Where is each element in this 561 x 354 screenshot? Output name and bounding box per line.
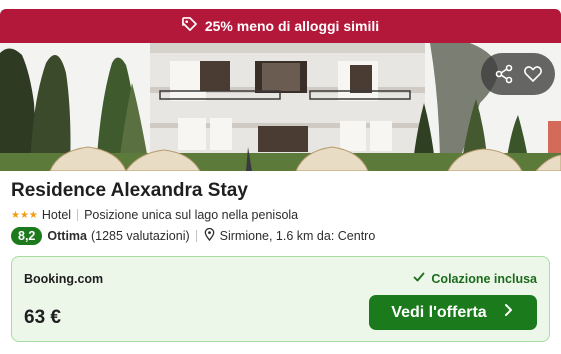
check-icon (413, 271, 425, 286)
rating-count[interactable]: (1285 valutazioni) (91, 229, 190, 243)
view-offer-button[interactable]: Vedi l'offerta (369, 295, 537, 330)
hotel-info-line: ★★★ Hotel Posizione unica sul lago nella… (11, 208, 298, 222)
hotel-tagline: Posizione unica sul lago nella penisola (84, 208, 299, 222)
view-offer-label: Vedi l'offerta (391, 303, 487, 321)
hotel-name[interactable]: Residence Alexandra Stay (11, 180, 248, 202)
tag-icon (181, 17, 197, 35)
deal-banner-text: 25% meno di alloggi simili (204, 18, 380, 34)
offer-box[interactable]: Booking.com Colazione inclusa 63 € Vedi … (11, 256, 550, 342)
share-icon[interactable] (490, 60, 518, 88)
hotel-photo[interactable] (0, 43, 561, 171)
breakfast-included: Colazione inclusa (413, 271, 537, 286)
location-pin-icon (203, 227, 220, 244)
rating-location-line: 8,2 Ottima (1285 valutazioni) Sirmione, … (11, 227, 375, 245)
price: 63 € (24, 307, 61, 328)
star-rating-icon: ★★★ (11, 209, 38, 221)
deal-banner: 25% meno di alloggi simili (0, 9, 561, 43)
rating-word[interactable]: Ottima (47, 229, 87, 243)
rating-badge[interactable]: 8,2 (11, 227, 43, 245)
photo-actions (481, 53, 555, 95)
divider (195, 230, 197, 242)
chevron-right-icon (501, 303, 515, 322)
hotel-location[interactable]: Sirmione, 1.6 km da: Centro (220, 229, 376, 243)
hotel-type: Hotel (41, 208, 72, 222)
breakfast-included-label: Colazione inclusa (431, 271, 537, 286)
heart-icon[interactable] (519, 60, 547, 88)
provider-name: Booking.com (24, 272, 104, 286)
divider (77, 209, 79, 221)
